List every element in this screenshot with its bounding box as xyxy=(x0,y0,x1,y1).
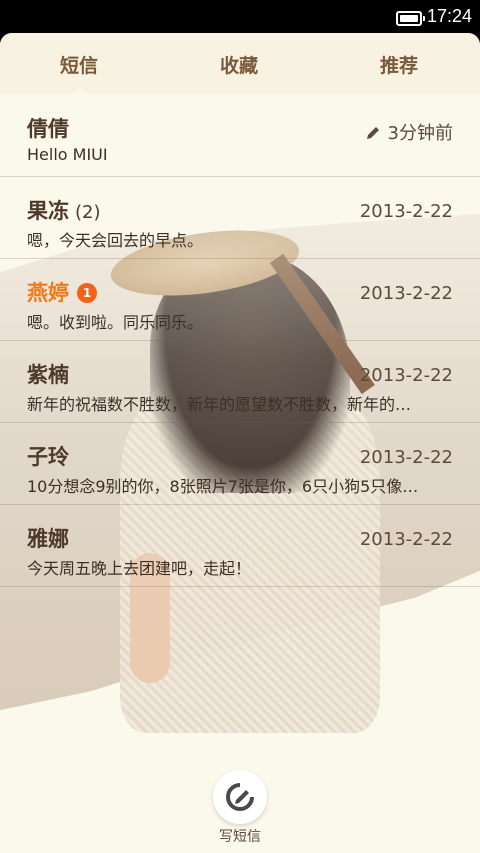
battery-icon xyxy=(396,11,425,26)
message-preview: 嗯，今天会回去的早点。 xyxy=(27,231,204,250)
pencil-icon xyxy=(366,127,379,139)
status-bar: 17:24 xyxy=(0,0,480,33)
tab-messages[interactable]: 短信 xyxy=(60,51,98,78)
status-time: 17:24 xyxy=(426,6,472,26)
tab-favorites[interactable]: 收藏 xyxy=(220,51,258,78)
contact-name: 紫楠 xyxy=(27,363,69,387)
message-preview: 新年的祝福数不胜数，新年的愿望数不胜数，新年的… xyxy=(27,395,412,414)
message-preview: 10分想念9别的你，8张照片7张是你，6只小狗5只像… xyxy=(27,477,419,496)
messaging-app: 短信 收藏 推荐 倩倩 3分钟前 Hello MIUI 果冻 (2) 2013-2… xyxy=(0,33,480,853)
tab-bar: 短信 收藏 推荐 xyxy=(0,33,480,95)
unread-badge: 1 xyxy=(77,283,97,303)
message-preview: 嗯。收到啦。同乐同乐。 xyxy=(27,313,204,332)
message-preview: Hello MIUI xyxy=(27,145,108,164)
message-time: 3分钟前 xyxy=(366,119,453,145)
contact-name: 子玲 xyxy=(27,445,69,469)
contact-name: 果冻 (2) xyxy=(27,199,101,223)
message-preview: 今天周五晚上去团建吧，走起！ xyxy=(27,559,252,578)
message-time: 2013-2-22 xyxy=(359,365,453,386)
divider xyxy=(0,586,480,587)
compose-button[interactable] xyxy=(213,770,267,824)
conversation-item[interactable]: 子玲 2013-2-22 10分想念9别的你，8张照片7张是你，6只小狗5只像… xyxy=(0,423,480,505)
active-tab-indicator xyxy=(72,87,88,95)
compose-icon xyxy=(226,783,254,811)
message-time: 2013-2-22 xyxy=(359,283,453,304)
contact-name: 燕婷 1 xyxy=(27,277,97,307)
contact-name: 倩倩 xyxy=(27,117,69,141)
contact-name: 雅娜 xyxy=(27,527,69,551)
conversation-item[interactable]: 果冻 (2) 2013-2-22 嗯，今天会回去的早点。 xyxy=(0,177,480,259)
conversation-item[interactable]: 紫楠 2013-2-22 新年的祝福数不胜数，新年的愿望数不胜数，新年的… xyxy=(0,341,480,423)
message-time: 2013-2-22 xyxy=(359,447,453,468)
tab-recommended[interactable]: 推荐 xyxy=(380,51,418,78)
conversation-item[interactable]: 燕婷 1 2013-2-22 嗯。收到啦。同乐同乐。 xyxy=(0,259,480,341)
compose-label: 写短信 xyxy=(219,829,261,845)
message-time: 2013-2-22 xyxy=(359,529,453,550)
message-count: (2) xyxy=(75,202,101,223)
message-time: 2013-2-22 xyxy=(359,201,453,222)
conversation-item[interactable]: 倩倩 3分钟前 Hello MIUI xyxy=(0,95,480,177)
conversation-item[interactable]: 雅娜 2013-2-22 今天周五晚上去团建吧，走起！ xyxy=(0,505,480,587)
